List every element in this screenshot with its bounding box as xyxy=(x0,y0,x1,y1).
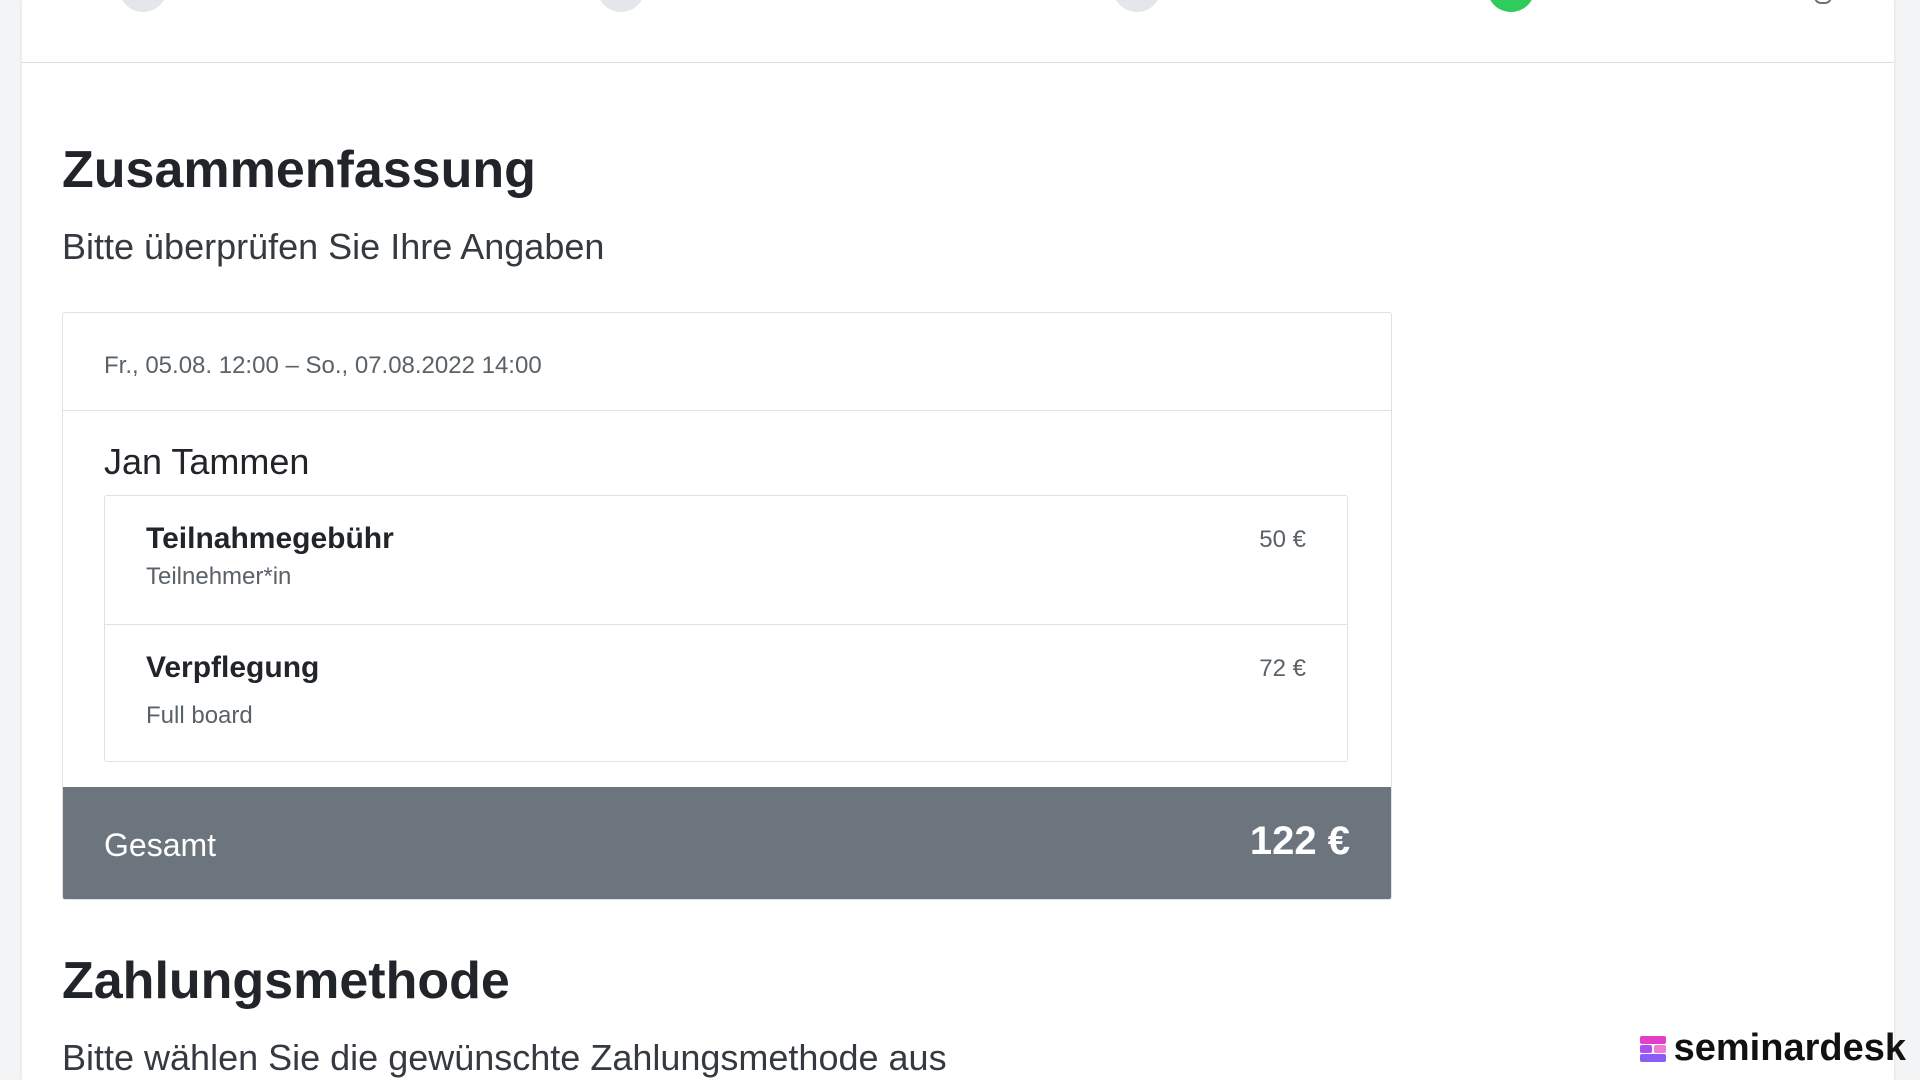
event-date-range: Fr., 05.08. 12:00 – So., 07.08.2022 14:0… xyxy=(63,313,1391,411)
participant-name: Jan Tammen xyxy=(104,441,310,482)
booking-page: Zusammenfassung Bitte überprüfen Sie Ihr… xyxy=(22,0,1894,1080)
step-4-indicator-current[interactable] xyxy=(1487,0,1535,12)
line-item: Teilnahmegebühr Teilnehmer*in 50 € xyxy=(105,496,1347,625)
line-items-list: Teilnahmegebühr Teilnehmer*in 50 € Verpf… xyxy=(104,495,1348,762)
brand-name: seminardesk xyxy=(1673,1027,1906,1069)
line-item-description: Full board xyxy=(146,702,253,729)
booking-summary-card: Fr., 05.08. 12:00 – So., 07.08.2022 14:0… xyxy=(62,312,1392,900)
total-amount: 122 € xyxy=(1249,819,1350,863)
summary-subtitle: Bitte überprüfen Sie Ihre Angaben xyxy=(62,226,605,267)
payment-method-subtitle: Bitte wählen Sie die gewünschte Zahlungs… xyxy=(62,1037,947,1078)
payment-method-heading: Zahlungsmethode xyxy=(62,952,510,1010)
total-label: Gesamt xyxy=(104,827,217,863)
summary-heading: Zusammenfassung xyxy=(62,141,536,199)
total-bar: Gesamt 122 € xyxy=(63,787,1391,899)
line-item-price: 72 € xyxy=(1259,655,1306,682)
line-item-price: 50 € xyxy=(1259,526,1306,553)
step-label-fragment xyxy=(1814,0,1832,4)
seminardesk-logo-icon xyxy=(1639,1035,1666,1062)
line-item-name: Teilnahmegebühr xyxy=(146,522,394,555)
line-item: Verpflegung Full board 72 € xyxy=(105,625,1347,761)
progress-stepper xyxy=(22,0,1894,63)
step-2-indicator[interactable] xyxy=(597,0,645,12)
line-item-description: Teilnehmer*in xyxy=(146,563,292,590)
line-item-name: Verpflegung xyxy=(146,651,320,684)
seminardesk-branding[interactable]: seminardesk xyxy=(1639,1027,1906,1070)
step-1-indicator[interactable] xyxy=(119,0,167,12)
step-3-indicator[interactable] xyxy=(1113,0,1161,12)
